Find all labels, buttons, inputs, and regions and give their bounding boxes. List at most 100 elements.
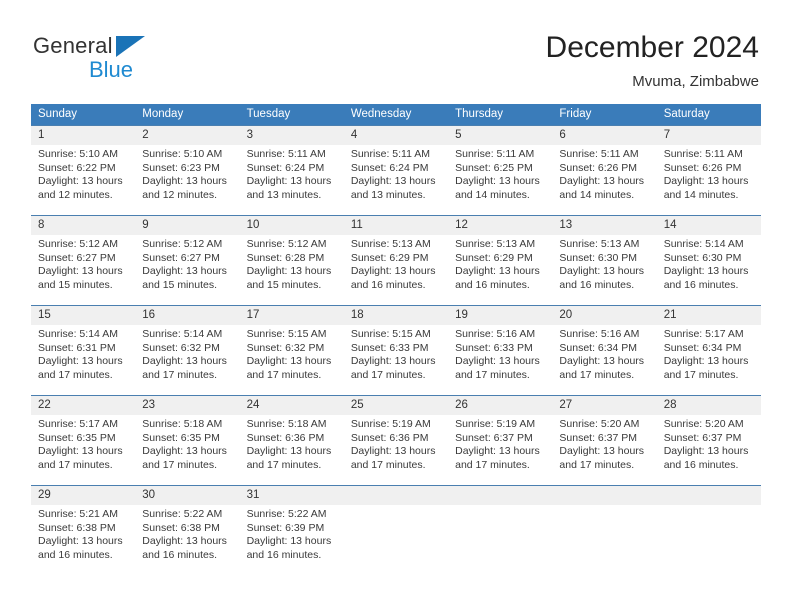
day-number[interactable]: 26: [448, 396, 552, 415]
day-number[interactable]: 15: [31, 306, 135, 325]
daylight-text-cont: and 14 minutes.: [455, 188, 530, 201]
title-block: December 2024 Mvuma, Zimbabwe: [546, 30, 759, 93]
day-number[interactable]: 9: [135, 216, 239, 235]
daylight-text: Daylight: 13 hours: [559, 445, 645, 458]
daylight-text: Daylight: 13 hours: [38, 445, 123, 458]
daylight-text-cont: and 17 minutes.: [663, 368, 739, 381]
day-cell-empty: [657, 505, 761, 567]
daylight-text: Daylight: 13 hours: [246, 445, 332, 458]
day-cell[interactable]: Sunrise: 5:12 AM Sunset: 6:27 PM Dayligh…: [31, 235, 135, 297]
daylight-text: Daylight: 13 hours: [350, 265, 436, 278]
day-number[interactable]: 19: [448, 306, 552, 325]
day-number[interactable]: 30: [135, 486, 239, 505]
day-cell-empty: [448, 505, 552, 567]
logo-top-row: General: [33, 33, 253, 59]
day-number[interactable]: 24: [240, 396, 344, 415]
sunrise-text: Sunrise: 5:15 AM: [246, 328, 327, 340]
day-cell[interactable]: Sunrise: 5:10 AM Sunset: 6:23 PM Dayligh…: [135, 145, 239, 207]
day-cell[interactable]: Sunrise: 5:10 AM Sunset: 6:22 PM Dayligh…: [31, 145, 135, 207]
sunset-text: Sunset: 6:38 PM: [142, 521, 220, 534]
day-number[interactable]: 14: [657, 216, 761, 235]
week-date-numbers: 1 2 3 4 5 6 7: [31, 126, 761, 145]
day-number[interactable]: 17: [240, 306, 344, 325]
general-blue-logo[interactable]: General Blue: [33, 33, 253, 85]
day-number[interactable]: 1: [31, 126, 135, 145]
day-cell[interactable]: Sunrise: 5:14 AM Sunset: 6:31 PM Dayligh…: [31, 325, 135, 387]
daylight-text-cont: and 16 minutes.: [142, 548, 217, 561]
day-cell[interactable]: Sunrise: 5:11 AM Sunset: 6:26 PM Dayligh…: [552, 145, 656, 207]
day-cell[interactable]: Sunrise: 5:17 AM Sunset: 6:35 PM Dayligh…: [31, 415, 135, 477]
day-number[interactable]: 12: [448, 216, 552, 235]
day-number[interactable]: 31: [240, 486, 344, 505]
day-cell[interactable]: Sunrise: 5:11 AM Sunset: 6:24 PM Dayligh…: [344, 145, 448, 207]
sunset-text: Sunset: 6:34 PM: [559, 341, 638, 354]
day-cell[interactable]: Sunrise: 5:13 AM Sunset: 6:30 PM Dayligh…: [552, 235, 656, 297]
day-number[interactable]: 21: [657, 306, 761, 325]
sunset-text: Sunset: 6:32 PM: [246, 341, 325, 354]
day-number[interactable]: 28: [657, 396, 761, 415]
sunset-text: Sunset: 6:24 PM: [350, 161, 429, 174]
day-cell[interactable]: Sunrise: 5:17 AM Sunset: 6:34 PM Dayligh…: [657, 325, 761, 387]
sunset-text: Sunset: 6:39 PM: [246, 521, 325, 534]
day-cell[interactable]: Sunrise: 5:12 AM Sunset: 6:28 PM Dayligh…: [240, 235, 344, 297]
day-number[interactable]: 10: [240, 216, 344, 235]
day-cell[interactable]: Sunrise: 5:14 AM Sunset: 6:32 PM Dayligh…: [135, 325, 239, 387]
day-number-empty: [552, 486, 656, 505]
daylight-text: Daylight: 13 hours: [663, 265, 749, 278]
day-number[interactable]: 5: [448, 126, 552, 145]
sunset-text: Sunset: 6:26 PM: [559, 161, 638, 174]
day-cell[interactable]: Sunrise: 5:18 AM Sunset: 6:36 PM Dayligh…: [240, 415, 344, 477]
day-cell[interactable]: Sunrise: 5:15 AM Sunset: 6:32 PM Dayligh…: [240, 325, 344, 387]
day-number[interactable]: 27: [552, 396, 656, 415]
daylight-text-cont: and 17 minutes.: [559, 368, 635, 381]
day-cell[interactable]: Sunrise: 5:12 AM Sunset: 6:27 PM Dayligh…: [135, 235, 239, 297]
daylight-text: Daylight: 13 hours: [246, 175, 332, 188]
daylight-text: Daylight: 13 hours: [559, 265, 645, 278]
day-cell[interactable]: Sunrise: 5:14 AM Sunset: 6:30 PM Dayligh…: [657, 235, 761, 297]
day-number[interactable]: 25: [344, 396, 448, 415]
sunset-text: Sunset: 6:23 PM: [142, 161, 220, 174]
day-number[interactable]: 18: [344, 306, 448, 325]
day-number[interactable]: 20: [552, 306, 656, 325]
week-date-numbers: 15 16 17 18 19 20 21: [31, 306, 761, 325]
week-row: 22 23 24 25 26 27 28 Sunrise: 5:17 AM Su…: [31, 395, 761, 477]
day-number[interactable]: 4: [344, 126, 448, 145]
sunset-text: Sunset: 6:27 PM: [38, 251, 116, 264]
day-cell[interactable]: Sunrise: 5:16 AM Sunset: 6:33 PM Dayligh…: [448, 325, 552, 387]
day-cell[interactable]: Sunrise: 5:22 AM Sunset: 6:38 PM Dayligh…: [135, 505, 239, 567]
day-cell[interactable]: Sunrise: 5:11 AM Sunset: 6:26 PM Dayligh…: [657, 145, 761, 207]
day-cell[interactable]: Sunrise: 5:20 AM Sunset: 6:37 PM Dayligh…: [552, 415, 656, 477]
day-cell[interactable]: Sunrise: 5:18 AM Sunset: 6:35 PM Dayligh…: [135, 415, 239, 477]
day-cell[interactable]: Sunrise: 5:11 AM Sunset: 6:25 PM Dayligh…: [448, 145, 552, 207]
day-cell[interactable]: Sunrise: 5:20 AM Sunset: 6:37 PM Dayligh…: [657, 415, 761, 477]
day-cell[interactable]: Sunrise: 5:22 AM Sunset: 6:39 PM Dayligh…: [240, 505, 344, 567]
day-number[interactable]: 11: [344, 216, 448, 235]
day-number[interactable]: 2: [135, 126, 239, 145]
day-number[interactable]: 3: [240, 126, 344, 145]
day-number[interactable]: 29: [31, 486, 135, 505]
sunset-text: Sunset: 6:27 PM: [142, 251, 220, 264]
daylight-text: Daylight: 13 hours: [246, 535, 332, 548]
sunset-text: Sunset: 6:30 PM: [559, 251, 638, 264]
day-number[interactable]: 6: [552, 126, 656, 145]
daylight-text-cont: and 16 minutes.: [38, 548, 113, 561]
day-number[interactable]: 16: [135, 306, 239, 325]
sunrise-text: Sunrise: 5:10 AM: [142, 148, 223, 160]
day-cell[interactable]: Sunrise: 5:15 AM Sunset: 6:33 PM Dayligh…: [344, 325, 448, 387]
day-cell[interactable]: Sunrise: 5:13 AM Sunset: 6:29 PM Dayligh…: [344, 235, 448, 297]
day-number[interactable]: 22: [31, 396, 135, 415]
daylight-text: Daylight: 13 hours: [663, 445, 749, 458]
sunset-text: Sunset: 6:37 PM: [663, 431, 742, 444]
day-cell[interactable]: Sunrise: 5:11 AM Sunset: 6:24 PM Dayligh…: [240, 145, 344, 207]
day-cell[interactable]: Sunrise: 5:13 AM Sunset: 6:29 PM Dayligh…: [448, 235, 552, 297]
day-cell[interactable]: Sunrise: 5:21 AM Sunset: 6:38 PM Dayligh…: [31, 505, 135, 567]
day-number[interactable]: 8: [31, 216, 135, 235]
day-number[interactable]: 23: [135, 396, 239, 415]
day-cell[interactable]: Sunrise: 5:19 AM Sunset: 6:37 PM Dayligh…: [448, 415, 552, 477]
daylight-text: Daylight: 13 hours: [559, 175, 645, 188]
day-cell[interactable]: Sunrise: 5:16 AM Sunset: 6:34 PM Dayligh…: [552, 325, 656, 387]
day-number[interactable]: 7: [657, 126, 761, 145]
sunrise-text: Sunrise: 5:20 AM: [559, 418, 640, 430]
day-number[interactable]: 13: [552, 216, 656, 235]
day-cell[interactable]: Sunrise: 5:19 AM Sunset: 6:36 PM Dayligh…: [344, 415, 448, 477]
